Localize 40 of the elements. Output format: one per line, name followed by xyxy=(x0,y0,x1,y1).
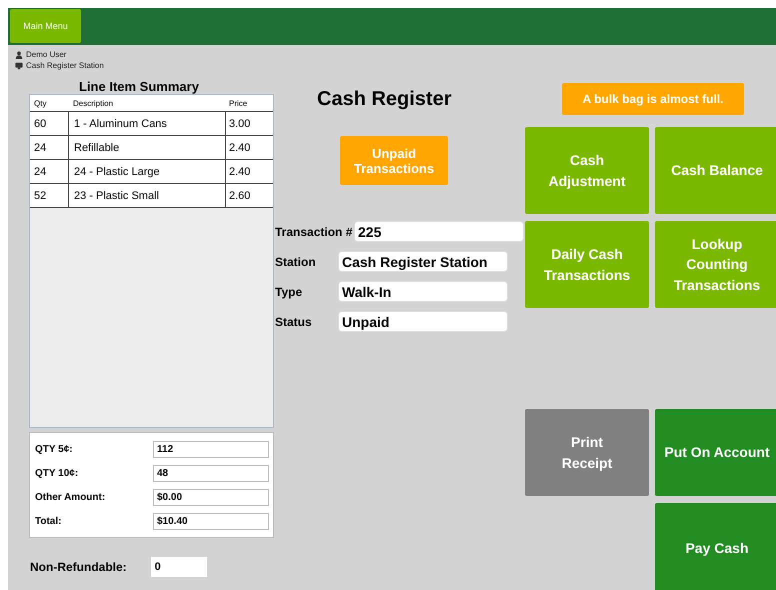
non-refundable-field[interactable]: 0 xyxy=(150,557,207,577)
column-header: Price xyxy=(228,98,248,108)
page-title: Cash Register xyxy=(317,88,452,111)
total-field[interactable]: 48 xyxy=(153,464,269,482)
table-cell-text: 2.40 xyxy=(228,142,252,154)
user-icon xyxy=(15,50,23,58)
alert-banner: A bulk bag is almost full. xyxy=(562,83,744,115)
total-field[interactable]: $10.40 xyxy=(153,512,269,530)
total-field[interactable]: $0.00 xyxy=(153,488,269,506)
non-refundable-label: Non-Refundable: xyxy=(30,560,127,574)
user-name: Demo User xyxy=(26,49,66,60)
action-button[interactable]: Print Receipt xyxy=(525,409,649,496)
field-label: Transaction # xyxy=(275,224,354,238)
input-field[interactable]: Walk-In xyxy=(338,281,508,302)
table-cell-text: 2.40 xyxy=(228,166,252,178)
table-cell-text: 60 xyxy=(33,118,48,130)
total-label: Total: xyxy=(35,516,62,526)
action-button[interactable]: Put On Account xyxy=(655,409,776,496)
monitor-icon xyxy=(15,62,23,70)
station-name: Cash Register Station xyxy=(26,60,104,71)
field-label: Type xyxy=(275,284,304,298)
input-field[interactable]: 225 xyxy=(354,221,524,242)
summary-title: Line Item Summary xyxy=(79,79,199,94)
table-cell-text: 3.00 xyxy=(228,118,252,130)
table-cell-text: 52 xyxy=(33,190,48,202)
input-field[interactable]: Cash Register Station xyxy=(338,251,508,272)
column-header: Description xyxy=(72,98,114,108)
total-field[interactable]: 112 xyxy=(153,440,269,458)
total-label: QTY 5¢: xyxy=(35,444,74,454)
column-header: Qty xyxy=(33,98,48,108)
total-label: QTY 10¢: xyxy=(35,468,80,478)
field-label: Status xyxy=(275,314,313,328)
action-button[interactable]: Pay Cash xyxy=(655,503,776,590)
table-cell-text: 2.60 xyxy=(228,190,252,202)
table-cell-text: 24 xyxy=(33,166,48,178)
input-field[interactable]: Unpaid xyxy=(338,311,508,332)
field-label: Station xyxy=(275,254,317,268)
total-label: Other Amount: xyxy=(35,492,106,502)
table-cell-text: 24 xyxy=(33,142,48,154)
table-cell: 23 - Plastic Small xyxy=(68,184,226,207)
